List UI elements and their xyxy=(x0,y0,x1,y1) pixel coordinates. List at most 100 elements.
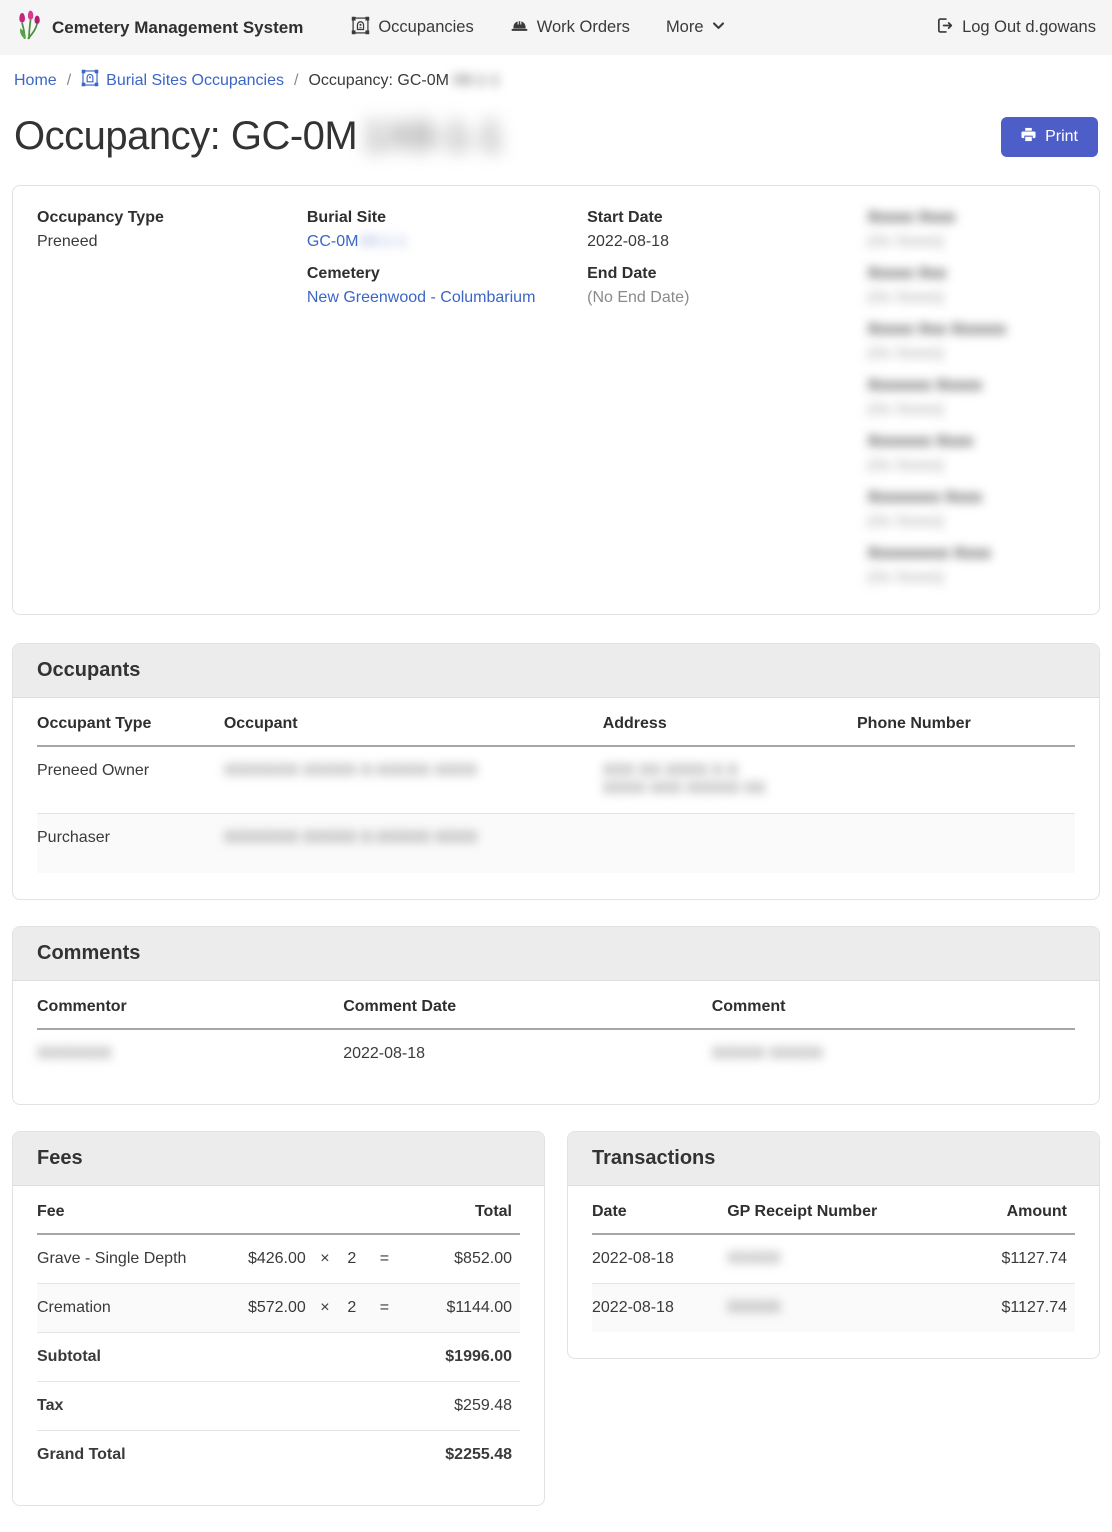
fee-equals: = xyxy=(371,1284,406,1333)
start-date-field: Start Date 2022-08-18 xyxy=(587,206,867,254)
transactions-title: Transactions xyxy=(568,1132,1099,1186)
start-date-label: Start Date xyxy=(587,206,867,230)
redacted-field: Xxxxxxxx Xxxx (Xx Xxxxx) xyxy=(867,486,1075,534)
grand-total-value: $2255.48 xyxy=(406,1431,520,1480)
col-total: Total xyxy=(406,1188,520,1234)
brand[interactable]: Cemetery Management System xyxy=(16,10,303,45)
nav-work-orders-label: Work Orders xyxy=(537,18,630,37)
logout-label: Log Out d.gowans xyxy=(962,18,1096,37)
nav-more[interactable]: More xyxy=(652,10,739,45)
col-commentor: Commentor xyxy=(37,983,343,1029)
tax-value: $259.48 xyxy=(406,1382,520,1431)
occupant-type: Preneed Owner xyxy=(37,746,224,814)
app-title: Cemetery Management System xyxy=(52,18,303,38)
fee-total: $852.00 xyxy=(406,1234,520,1284)
end-date-value: (No End Date) xyxy=(587,286,867,310)
page-title: Occupancy: GC-0M 1X8-1-1 xyxy=(14,114,502,159)
cemetery-link[interactable]: New Greenwood - Columbarium xyxy=(307,289,536,306)
start-date-value: 2022-08-18 xyxy=(587,230,867,254)
occupancy-type-field: Occupancy Type Preneed xyxy=(37,206,307,254)
col-fee: Fee xyxy=(37,1188,406,1234)
breadcrumb: Home / Burial Sites Occupancies / Occupa… xyxy=(0,55,1112,102)
fees-card: Fees Fee Total Grave - Single Depth $426… xyxy=(12,1131,545,1506)
chevron-down-icon xyxy=(712,18,725,37)
details-col-1: Occupancy Type Preneed xyxy=(37,206,307,598)
col-comment-date: Comment Date xyxy=(343,983,711,1029)
end-date-field: End Date (No End Date) xyxy=(587,262,867,310)
breadcrumb-occupancies-label: Burial Sites Occupancies xyxy=(106,72,284,90)
fee-multiply: × 2 xyxy=(314,1284,371,1333)
occupants-table: Occupant Type Occupant Address Phone Num… xyxy=(37,700,1075,873)
logout-button[interactable]: Log Out d.gowans xyxy=(936,17,1096,39)
grand-total-row: Grand Total $2255.48 xyxy=(37,1431,520,1480)
tax-row: Tax $259.48 xyxy=(37,1382,520,1431)
breadcrumb-separator: / xyxy=(294,72,298,90)
details-col-4-redacted: Xxxxx Xxxx (Xx Xxxxx) Xxxxx Xxx (Xx Xxxx… xyxy=(867,206,1075,598)
occupancy-type-value: Preneed xyxy=(37,230,307,254)
nav-occupancies[interactable]: Occupancies xyxy=(337,8,487,48)
cemetery-label: Cemetery xyxy=(307,262,587,286)
transaction-date: 2022-08-18 xyxy=(592,1234,727,1284)
occupancy-type-label: Occupancy Type xyxy=(37,206,307,230)
printer-icon xyxy=(1021,127,1036,147)
commentor-redacted: XXXXXXX xyxy=(37,1045,112,1062)
print-button[interactable]: Print xyxy=(1001,117,1098,157)
col-occupant-type: Occupant Type xyxy=(37,700,224,746)
redacted-field: Xxxxx Xxx (Xx Xxxxx) xyxy=(867,262,1075,310)
occupant-row: Purchaser XXXXXXX XXXXX X-XXXXX XXXX xyxy=(37,814,1075,874)
comments-title: Comments xyxy=(13,927,1099,981)
fee-price: $426.00 xyxy=(221,1234,314,1284)
comments-table: Commentor Comment Date Comment XXXXXXX 2… xyxy=(37,983,1075,1078)
occupant-phone xyxy=(857,814,1075,874)
transactions-card: Transactions Date GP Receipt Number Amou… xyxy=(567,1131,1100,1359)
comment-date: 2022-08-18 xyxy=(343,1029,711,1078)
transaction-date: 2022-08-18 xyxy=(592,1284,727,1333)
redacted-field: Xxxxx Xxxx (Xx Xxxxx) xyxy=(867,206,1075,254)
details-col-2: Burial Site GC-0MX8-1-1 Cemetery New Gre… xyxy=(307,206,587,598)
col-comment: Comment xyxy=(712,983,1075,1029)
occupant-name-redacted: XXXXXXX XXXXX X-XXXXX XXXX xyxy=(224,829,477,846)
nav-more-label: More xyxy=(666,18,704,37)
col-date: Date xyxy=(592,1188,727,1234)
nav-work-orders[interactable]: Work Orders xyxy=(496,8,644,48)
breadcrumb-occupancies-link[interactable]: Burial Sites Occupancies xyxy=(81,69,284,92)
occupants-card: Occupants Occupant Type Occupant Address… xyxy=(12,643,1100,900)
occupant-name-redacted: XXXXXXX XXXXX X-XXXXX XXXX xyxy=(224,762,477,779)
hard-hat-icon xyxy=(510,16,529,40)
col-amount: Amount xyxy=(940,1188,1075,1234)
burial-site-link[interactable]: GC-0MX8-1-1 xyxy=(307,233,407,250)
occupant-address-redacted: XXX XX XXXX X X XXXX XXX XXXXX XX xyxy=(603,746,857,814)
cemetery-field: Cemetery New Greenwood - Columbarium xyxy=(307,262,587,310)
breadcrumb-current-redacted: X8-1-1 xyxy=(452,72,500,90)
col-phone-number: Phone Number xyxy=(857,700,1075,746)
redacted-field: Xxxxxxx Xxxx (Xx Xxxxx) xyxy=(867,430,1075,478)
transaction-amount: $1127.74 xyxy=(940,1234,1075,1284)
fee-name: Cremation xyxy=(37,1284,221,1333)
subtotal-value: $1996.00 xyxy=(406,1333,520,1382)
headstone-frame-icon xyxy=(81,69,99,92)
redacted-field: Xxxxxxx Xxxxx (Xx Xxxxx) xyxy=(867,374,1075,422)
transaction-row: 2022-08-18 XXXXX $1127.74 xyxy=(592,1234,1075,1284)
subtotal-row: Subtotal $1996.00 xyxy=(37,1333,520,1382)
fees-table: Fee Total Grave - Single Depth $426.00 ×… xyxy=(37,1188,520,1479)
fee-multiply: × 2 xyxy=(314,1234,371,1284)
transaction-amount: $1127.74 xyxy=(940,1284,1075,1333)
fee-row: Grave - Single Depth $426.00 × 2 = $852.… xyxy=(37,1234,520,1284)
nav-occupancies-label: Occupancies xyxy=(378,18,473,37)
breadcrumb-home-link[interactable]: Home xyxy=(14,72,57,90)
fee-total: $1144.00 xyxy=(406,1284,520,1333)
transaction-row: 2022-08-18 XXXXX $1127.74 xyxy=(592,1284,1075,1333)
end-date-label: End Date xyxy=(587,262,867,286)
details-col-3: Start Date 2022-08-18 End Date (No End D… xyxy=(587,206,867,598)
col-address: Address xyxy=(603,700,857,746)
grand-total-label: Grand Total xyxy=(37,1431,406,1480)
occupancy-details-card: Occupancy Type Preneed Burial Site GC-0M… xyxy=(12,185,1100,615)
tulips-icon xyxy=(16,10,42,45)
subtotal-label: Subtotal xyxy=(37,1333,406,1382)
burial-site-redacted: X8-1-1 xyxy=(358,233,406,250)
fee-equals: = xyxy=(371,1234,406,1284)
redacted-field: Xxxxxxxxx Xxxx (Xx Xxxxx) xyxy=(867,542,1075,590)
top-navbar: Cemetery Management System Occupancies W xyxy=(0,0,1112,55)
fees-title: Fees xyxy=(13,1132,544,1186)
sign-out-icon xyxy=(936,17,953,39)
